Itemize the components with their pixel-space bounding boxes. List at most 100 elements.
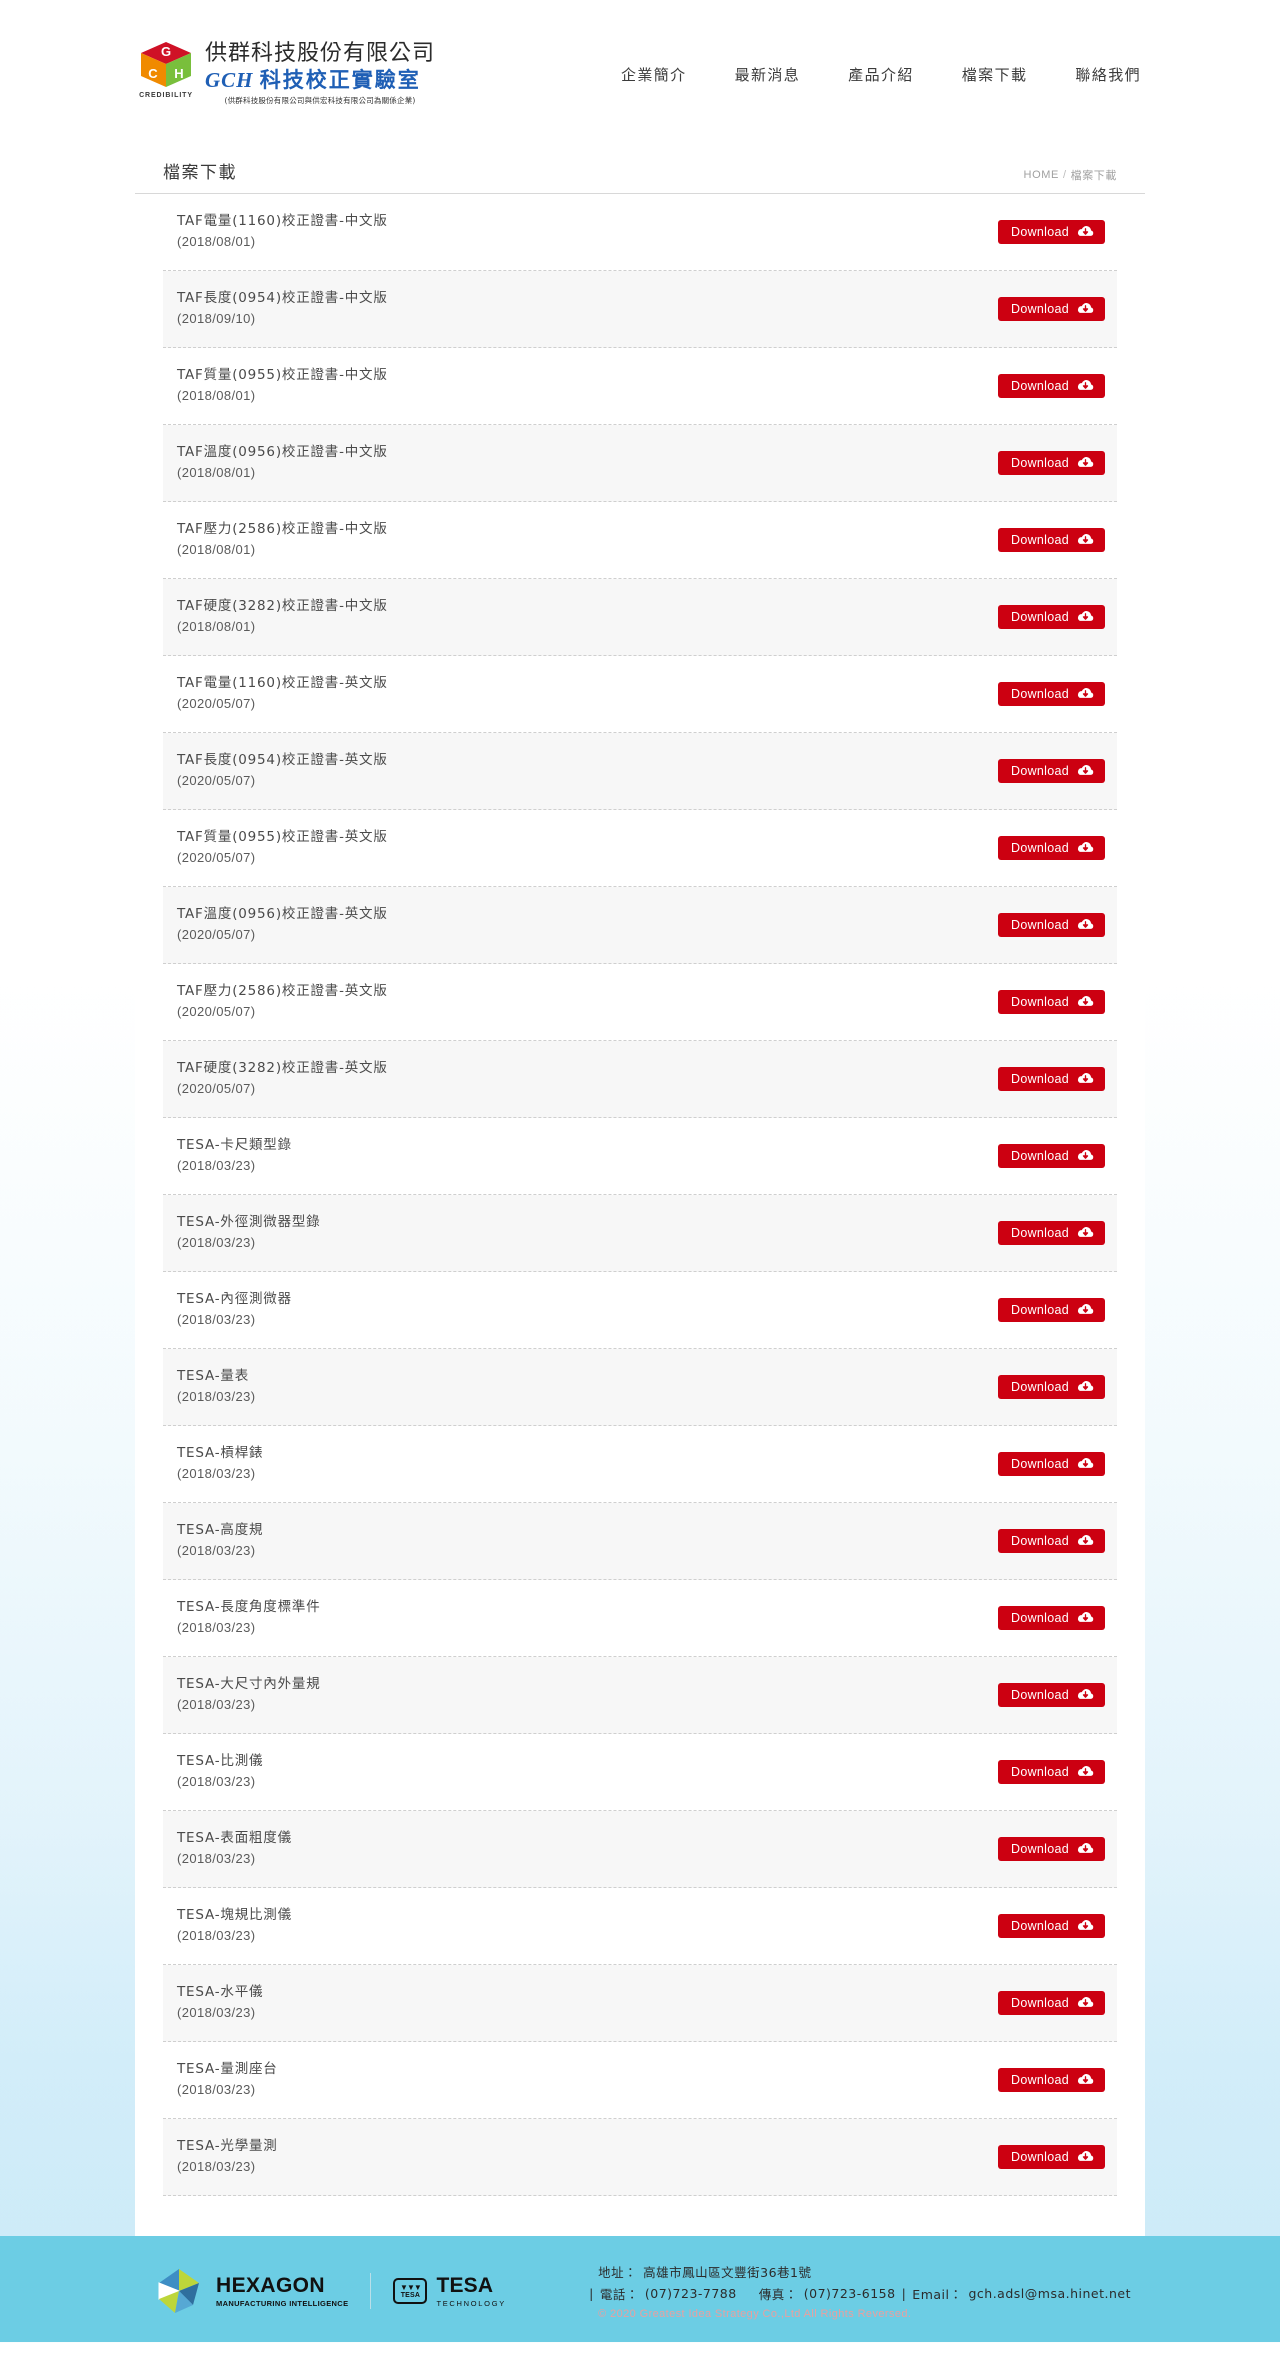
- download-item-texts: TAF質量(0955)校正證書-英文版 (2020/05/07): [173, 827, 998, 868]
- download-row: TAF硬度(3282)校正證書-中文版 (2018/08/01) Download: [163, 579, 1117, 656]
- download-button[interactable]: Download: [998, 1991, 1105, 2015]
- download-button[interactable]: Download: [998, 682, 1105, 706]
- logo-company-name: 供群科技股份有限公司: [205, 40, 436, 66]
- download-button[interactable]: Download: [998, 1067, 1105, 1091]
- download-button[interactable]: Download: [998, 297, 1105, 321]
- download-button-label: Download: [1011, 1534, 1069, 1548]
- download-item-name: TAF硬度(3282)校正證書-中文版: [177, 598, 388, 615]
- logo-brand-latin: GCH: [205, 68, 254, 93]
- download-button[interactable]: Download: [998, 2145, 1105, 2169]
- cloud-download-icon: [1077, 1458, 1094, 1468]
- cloud-download-icon: [1077, 303, 1094, 313]
- download-list: TAF電量(1160)校正證書-中文版 (2018/08/01) Download T…: [135, 194, 1145, 2196]
- cloud-download-icon: [1077, 1381, 1094, 1391]
- download-button-label: Download: [1011, 1072, 1069, 1086]
- tesa-logo[interactable]: ▼▼▼ TESA TESA TECHNOLOGY: [393, 2275, 506, 2308]
- download-item-texts: TESA-內徑測微器 (2018/03/23): [173, 1289, 998, 1330]
- download-item-name: TESA-量測座台: [177, 2061, 278, 2078]
- download-item-name: TAF溫度(0956)校正證書-英文版: [177, 906, 388, 923]
- download-button[interactable]: Download: [998, 1683, 1105, 1707]
- download-button[interactable]: Download: [998, 1837, 1105, 1861]
- download-button[interactable]: Download: [998, 1760, 1105, 1784]
- site-logo[interactable]: G C H CREDIBILITY 供群科技股份有限公司 GCH 科技校正實驗室…: [135, 34, 435, 107]
- breadcrumb-current: 檔案下載: [1070, 169, 1117, 182]
- download-button[interactable]: Download: [998, 1606, 1105, 1630]
- breadcrumb-home[interactable]: HOME: [1024, 169, 1059, 181]
- download-button-label: Download: [1011, 764, 1069, 778]
- download-item-date: (2020/05/07): [177, 773, 256, 789]
- download-row: TAF壓力(2586)校正證書-英文版 (2020/05/07) Download: [163, 964, 1117, 1041]
- download-item-date: (2018/03/23): [177, 1543, 256, 1559]
- download-row: TESA-水平儀 (2018/03/23) Download: [163, 1965, 1117, 2042]
- download-button[interactable]: Download: [998, 1914, 1105, 1938]
- download-button[interactable]: Download: [998, 220, 1105, 244]
- tesa-name: TESA: [436, 2273, 494, 2297]
- nav-news[interactable]: 最新消息: [735, 64, 801, 85]
- download-button[interactable]: Download: [998, 374, 1105, 398]
- download-button[interactable]: Download: [998, 990, 1105, 1014]
- download-button[interactable]: Download: [998, 1221, 1105, 1245]
- download-button[interactable]: Download: [998, 913, 1105, 937]
- download-button-label: Download: [1011, 1919, 1069, 1933]
- download-item-name: TAF長度(0954)校正證書-英文版: [177, 752, 388, 769]
- download-button-label: Download: [1011, 379, 1069, 393]
- download-item-name: TESA-量表: [177, 1368, 250, 1385]
- address-label: 地址：: [598, 2265, 638, 2280]
- download-item-name: TESA-長度角度標準件: [177, 1599, 321, 1616]
- download-button[interactable]: Download: [998, 1452, 1105, 1476]
- download-item-date: (2020/05/07): [177, 696, 256, 712]
- download-row: TAF壓力(2586)校正證書-中文版 (2018/08/01) Download: [163, 502, 1117, 579]
- nav-downloads[interactable]: 檔案下載: [962, 64, 1028, 85]
- download-item-texts: TESA-水平儀 (2018/03/23): [173, 1982, 998, 2023]
- download-item-name: TAF長度(0954)校正證書-中文版: [177, 290, 388, 307]
- download-item-date: (2018/03/23): [177, 1466, 256, 1482]
- download-button[interactable]: Download: [998, 1529, 1105, 1553]
- download-button[interactable]: Download: [998, 1375, 1105, 1399]
- phone-value[interactable]: (07)723-7788: [645, 2286, 737, 2301]
- nav-contact[interactable]: 聯絡我們: [1075, 64, 1141, 85]
- download-item-name: TESA-內徑測微器: [177, 1291, 292, 1308]
- tesa-logo-icon: ▼▼▼ TESA: [393, 2278, 428, 2304]
- page-title: 檔案下載: [163, 163, 237, 183]
- download-item-texts: TAF電量(1160)校正證書-英文版 (2020/05/07): [173, 673, 998, 714]
- cloud-download-icon: [1077, 1073, 1094, 1083]
- download-item-name: TAF質量(0955)校正證書-英文版: [177, 829, 388, 846]
- nav-about[interactable]: 企業簡介: [621, 64, 687, 85]
- cloud-download-icon: [1077, 842, 1094, 852]
- download-button[interactable]: Download: [998, 836, 1105, 860]
- download-row: TESA-內徑測微器 (2018/03/23) Download: [163, 1272, 1117, 1349]
- download-item-date: (2018/03/23): [177, 1774, 256, 1790]
- download-row: TESA-塊規比測儀 (2018/03/23) Download: [163, 1888, 1117, 1965]
- download-item-date: (2020/05/07): [177, 1081, 256, 1097]
- nav-products[interactable]: 產品介紹: [848, 64, 914, 85]
- download-item-texts: TAF溫度(0956)校正證書-英文版 (2020/05/07): [173, 904, 998, 945]
- download-row: TAF溫度(0956)校正證書-英文版 (2020/05/07) Download: [163, 887, 1117, 964]
- logo-affiliate-note: (供群科技股份有限公司與供宏科技有限公司為關係企業): [224, 96, 416, 106]
- download-button[interactable]: Download: [998, 528, 1105, 552]
- hexagon-name: HEXAGON: [216, 2273, 325, 2297]
- download-item-texts: TAF硬度(3282)校正證書-英文版 (2020/05/07): [173, 1058, 998, 1099]
- download-button-label: Download: [1011, 610, 1069, 624]
- download-button-label: Download: [1011, 687, 1069, 701]
- email-value[interactable]: gch.adsl@msa.hinet.net: [968, 2286, 1131, 2301]
- footer-brand-group: HEXAGON MANUFACTURING INTELLIGENCE ▼▼▼ T…: [135, 2265, 506, 2317]
- download-row: TESA-大尺寸內外量規 (2018/03/23) Download: [163, 1657, 1117, 1734]
- hexagon-logo[interactable]: HEXAGON MANUFACTURING INTELLIGENCE: [153, 2265, 348, 2317]
- download-item-name: TESA-槓桿錶: [177, 1445, 264, 1462]
- download-button[interactable]: Download: [998, 451, 1105, 475]
- download-button[interactable]: Download: [998, 759, 1105, 783]
- download-item-date: (2018/03/23): [177, 1312, 256, 1328]
- download-row: TESA-表面粗度儀 (2018/03/23) Download: [163, 1811, 1117, 1888]
- cloud-download-icon: [1077, 1535, 1094, 1545]
- svg-text:C: C: [148, 66, 158, 81]
- download-button[interactable]: Download: [998, 1298, 1105, 1322]
- download-button[interactable]: Download: [998, 2068, 1105, 2092]
- download-button-label: Download: [1011, 1842, 1069, 1856]
- site-header: G C H CREDIBILITY 供群科技股份有限公司 GCH 科技校正實驗室…: [0, 0, 1280, 140]
- download-item-date: (2018/03/23): [177, 1620, 256, 1636]
- download-button[interactable]: Download: [998, 1144, 1105, 1168]
- download-button-label: Download: [1011, 225, 1069, 239]
- line-divider-2: |: [901, 2286, 907, 2301]
- download-button[interactable]: Download: [998, 605, 1105, 629]
- email-label: Email：: [912, 2287, 963, 2302]
